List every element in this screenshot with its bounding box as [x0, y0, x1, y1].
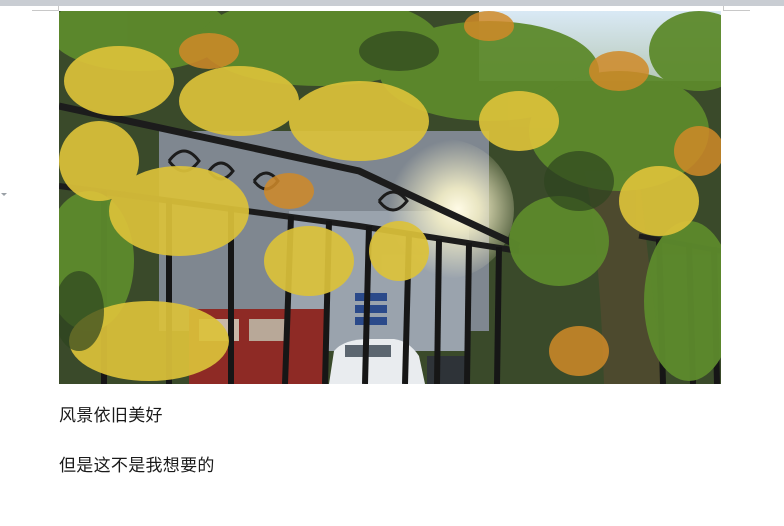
page-crop-mark-right: [724, 10, 750, 11]
top-toolbar-edge: [0, 0, 784, 6]
document-photo[interactable]: [59, 11, 721, 384]
sign-board-2: [355, 305, 387, 313]
page-crop-mark-left: [32, 10, 58, 11]
paragraph-2[interactable]: 但是这不是我想要的: [59, 451, 215, 476]
page-crop-mark-right-vertical: [723, 6, 724, 11]
bus-window-2: [249, 319, 289, 341]
dark-car: [427, 356, 467, 384]
ruler-indent-arrow-icon[interactable]: [1, 193, 7, 196]
sign-board-1: [355, 293, 387, 301]
photo-graphic: [59, 11, 721, 384]
sign-board-3: [355, 317, 387, 325]
paragraph-1[interactable]: 风景依旧美好: [59, 401, 163, 426]
